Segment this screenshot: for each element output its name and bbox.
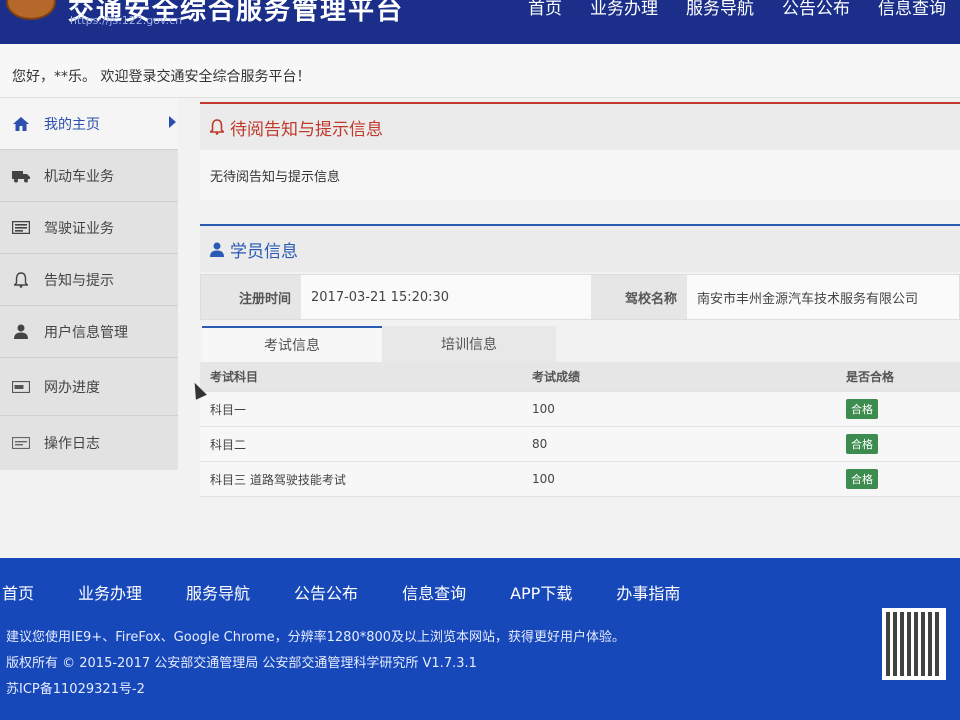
sidebar-item-label: 告知与提示 [44, 272, 114, 289]
truck-icon [10, 168, 32, 184]
chevron-right-icon [169, 116, 176, 128]
table-row: 科目一 100 合格 [200, 392, 960, 427]
school-name-value: 南安市丰州金源汽车技术服务有限公司 [697, 291, 919, 307]
sidebar-item-progress[interactable]: 网办进度 [0, 358, 178, 416]
header-subject: 考试科目 [210, 370, 259, 384]
exam-table: 考试科目 考试成绩 是否合格 科目一 100 合格 科目二 80 合格 科目三 … [200, 362, 960, 497]
header-score: 考试成绩 [532, 370, 581, 384]
copyright: 版权所有 © 2015-2017 公安部交通管理局 公安部交通管理科学研究所 V… [6, 656, 477, 671]
student-info-row: 注册时间 2017-03-21 15:20:30 驾校名称 南安市丰州金源汽车技… [200, 274, 960, 320]
reg-time-label: 注册时间 [201, 275, 301, 319]
top-nav-service[interactable]: 服务导航 [672, 0, 768, 19]
bell-icon [210, 119, 224, 135]
sidebar-item-license[interactable]: 驾驶证业务 [0, 202, 178, 254]
table-row: 科目二 80 合格 [200, 427, 960, 462]
welcome-bar: 您好，**乐。 欢迎登录交通安全综合服务平台！ [0, 44, 960, 98]
tab-training-info[interactable]: 培训信息 [382, 326, 556, 362]
sidebar-item-label: 网办进度 [44, 379, 100, 396]
qr-code-icon [882, 608, 946, 680]
user-icon [210, 242, 224, 257]
header-pass: 是否合格 [846, 370, 895, 384]
main-content: 待阅告知与提示信息 无待阅告知与提示信息 学员信息 注册时间 2017-03-2… [200, 98, 960, 548]
exam-score: 100 [532, 472, 555, 486]
student-panel-header: 学员信息 [200, 224, 960, 272]
footer: 首页 业务办理 服务导航 公告公布 信息查询 APP下载 办事指南 建议您使用I… [0, 558, 960, 720]
pass-badge: 合格 [846, 469, 878, 489]
top-nav-query[interactable]: 信息查询 [864, 0, 960, 19]
site-url: https://js.122.gov.cn [70, 14, 183, 27]
sidebar-item-log[interactable]: 操作日志 [0, 416, 178, 470]
progress-icon [10, 379, 32, 395]
sidebar-item-label: 驾驶证业务 [44, 220, 114, 237]
footer-nav-business[interactable]: 业务办理 [78, 580, 142, 604]
top-nav-notice[interactable]: 公告公布 [768, 0, 864, 19]
top-nav-home[interactable]: 首页 [514, 0, 576, 19]
notice-panel-title: 待阅告知与提示信息 [230, 119, 383, 140]
notice-body: 无待阅告知与提示信息 [200, 150, 960, 200]
footer-nav-guide[interactable]: 办事指南 [616, 580, 680, 604]
pass-badge: 合格 [846, 434, 878, 454]
bell-icon [10, 271, 32, 288]
footer-nav-home[interactable]: 首页 [2, 580, 34, 604]
sidebar-item-user-info[interactable]: 用户信息管理 [0, 306, 178, 358]
pass-badge-wrap: 合格 [846, 462, 878, 496]
top-header: 交通安全综合服务管理平台 https://js.122.gov.cn 首页 业务… [0, 0, 960, 44]
footer-nav: 首页 业务办理 服务导航 公告公布 信息查询 APP下载 办事指南 [0, 580, 724, 604]
table-row: 科目三 道路驾驶技能考试 100 合格 [200, 462, 960, 497]
sidebar-item-label: 机动车业务 [44, 168, 114, 185]
exam-score: 100 [532, 402, 555, 416]
pass-badge: 合格 [846, 399, 878, 419]
user-icon [10, 324, 32, 340]
sidebar-item-home[interactable]: 我的主页 [0, 98, 178, 150]
student-panel-title: 学员信息 [230, 241, 298, 262]
browser-tip: 建议您使用IE9+、FireFox、Google Chrome，分辨率1280*… [6, 630, 626, 645]
table-header-row: 考试科目 考试成绩 是否合格 [200, 362, 960, 392]
pass-badge-wrap: 合格 [846, 427, 878, 461]
sidebar-item-notice[interactable]: 告知与提示 [0, 254, 178, 306]
welcome-text: 您好，**乐。 欢迎登录交通安全综合服务平台！ [12, 69, 311, 85]
exam-subject: 科目三 道路驾驶技能考试 [210, 472, 346, 487]
card-icon [10, 220, 32, 236]
footer-nav-query[interactable]: 信息查询 [402, 580, 466, 604]
sidebar-item-label: 我的主页 [44, 116, 100, 133]
sidebar-item-vehicle[interactable]: 机动车业务 [0, 150, 178, 202]
sidebar-item-label: 用户信息管理 [44, 324, 128, 341]
footer-nav-notice[interactable]: 公告公布 [294, 580, 358, 604]
top-nav-business[interactable]: 业务办理 [576, 0, 672, 19]
police-logo-icon [6, 0, 56, 20]
exam-score: 80 [532, 437, 548, 451]
top-nav: 首页 业务办理 服务导航 公告公布 信息查询 [514, 0, 960, 19]
footer-nav-app[interactable]: APP下载 [510, 580, 572, 604]
log-icon [10, 435, 32, 451]
info-tabs: 考试信息 培训信息 [200, 326, 960, 362]
pass-badge-wrap: 合格 [846, 392, 878, 426]
sidebar: 我的主页 机动车业务 驾驶证业务 告知与提示 用户信息管理 网办进度 操作日志 [0, 98, 178, 470]
exam-subject: 科目二 [210, 437, 247, 452]
home-icon [10, 116, 32, 132]
school-name-label: 驾校名称 [591, 275, 687, 319]
notice-panel-header: 待阅告知与提示信息 [200, 102, 960, 150]
sidebar-item-label: 操作日志 [44, 436, 100, 452]
icp-number[interactable]: 苏ICP备11029321号-2 [6, 678, 145, 697]
tab-exam-info[interactable]: 考试信息 [202, 326, 382, 362]
footer-nav-service[interactable]: 服务导航 [186, 580, 250, 604]
reg-time-value: 2017-03-21 15:20:30 [311, 289, 450, 305]
exam-subject: 科目一 [210, 402, 247, 417]
